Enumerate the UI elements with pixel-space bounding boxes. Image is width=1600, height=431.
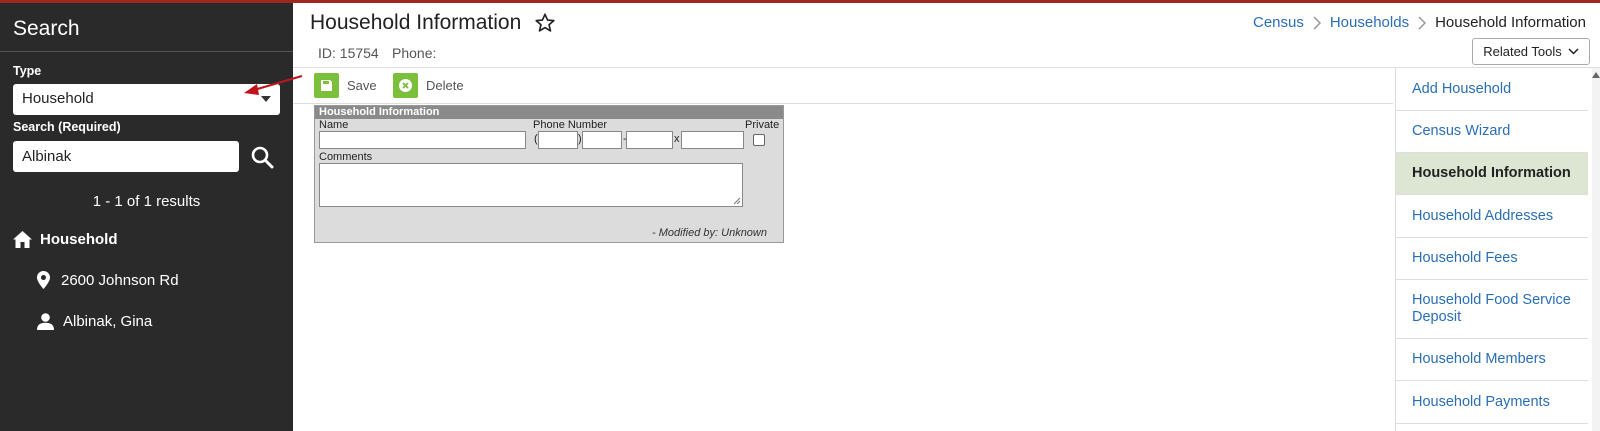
phone-extension-input[interactable] — [681, 131, 744, 149]
sidebar-divider — [0, 51, 293, 52]
panel-item-household-fees[interactable]: Household Fees — [1396, 238, 1588, 280]
modified-by: - Modified by: Unknown — [652, 227, 767, 239]
type-select-value: Household — [22, 90, 94, 107]
panel-scrollbar[interactable] — [1592, 68, 1600, 431]
phone-area-code-input[interactable] — [538, 131, 578, 149]
related-tools-label: Related Tools — [1483, 44, 1562, 59]
household-id: ID: 15754 — [318, 45, 379, 61]
comments-label: Comments — [319, 151, 373, 163]
delete-label: Delete — [426, 78, 464, 93]
scroll-up-arrow-icon[interactable] — [1592, 72, 1600, 78]
breadcrumb-census[interactable]: Census — [1253, 14, 1304, 31]
tree-item-member[interactable]: Albinak, Gina — [35, 311, 152, 331]
phone-number-label: Phone Number — [533, 119, 607, 131]
private-label: Private — [745, 119, 780, 131]
person-icon — [35, 311, 55, 331]
map-pin-icon — [33, 270, 53, 290]
panel-item-add-household[interactable]: Add Household — [1396, 68, 1588, 111]
toolbar-divider — [293, 103, 1393, 104]
tree-item-address[interactable]: 2600 Johnson Rd — [33, 270, 179, 290]
private-checkbox[interactable] — [753, 134, 765, 146]
breadcrumb: Census Households Household Information — [1253, 14, 1586, 31]
delete-button[interactable]: Delete — [393, 73, 464, 98]
results-count: 1 - 1 of 1 results — [92, 193, 201, 210]
page-title: Household Information — [310, 11, 522, 34]
household-phone: Phone: — [392, 45, 437, 61]
tree-item-household[interactable]: Household — [12, 229, 118, 249]
related-tools-panel: Add Household Census Wizard Household In… — [1395, 68, 1600, 431]
delete-icon — [393, 73, 418, 98]
save-label: Save — [347, 78, 377, 93]
panel-item-household-payments[interactable]: Household Payments — [1396, 381, 1588, 424]
breadcrumb-current: Household Information — [1435, 14, 1586, 31]
household-form: Household Information Name Phone Number … — [314, 105, 784, 243]
panel-item-census-wizard[interactable]: Census Wizard — [1396, 111, 1588, 153]
related-tools-button[interactable]: Related Tools — [1472, 38, 1590, 65]
tree-item-address-label: 2600 Johnson Rd — [61, 271, 179, 289]
save-icon — [314, 73, 339, 98]
name-input[interactable] — [319, 131, 526, 149]
search-label: Search (Required) — [13, 120, 121, 134]
sidebar-title: Search — [13, 17, 80, 40]
chevron-right-icon — [1418, 15, 1427, 30]
tree-item-member-label: Albinak, Gina — [63, 312, 153, 330]
save-button[interactable]: Save — [314, 73, 377, 98]
panel-item-household-addresses[interactable]: Household Addresses — [1396, 195, 1588, 238]
phone-prefix-input[interactable] — [582, 131, 622, 149]
breadcrumb-households[interactable]: Households — [1330, 14, 1409, 31]
name-label: Name — [319, 119, 349, 131]
favorite-star-icon[interactable] — [534, 12, 556, 34]
panel-item-household-food-service-deposit[interactable]: Household Food Service Deposit — [1396, 280, 1588, 339]
chevron-right-icon — [1313, 15, 1321, 30]
annotation-arrow-icon — [244, 74, 303, 95]
phone-line-input[interactable] — [626, 131, 673, 149]
search-icon[interactable] — [250, 145, 274, 169]
chevron-down-icon — [1568, 48, 1579, 55]
home-icon — [12, 229, 32, 249]
type-label: Type — [13, 64, 42, 78]
panel-item-household-members[interactable]: Household Members — [1396, 339, 1588, 381]
form-section-title: Household Information — [315, 106, 783, 119]
search-sidebar: Search Type Household Search (Required) … — [0, 3, 293, 431]
tree-item-household-label: Household — [40, 230, 118, 248]
comments-textarea[interactable] — [319, 163, 743, 207]
search-input[interactable] — [13, 141, 239, 172]
phone-ext-x: x — [674, 133, 680, 145]
resize-handle-icon[interactable] — [733, 197, 741, 205]
panel-item-household-information[interactable]: Household Information — [1396, 153, 1588, 195]
